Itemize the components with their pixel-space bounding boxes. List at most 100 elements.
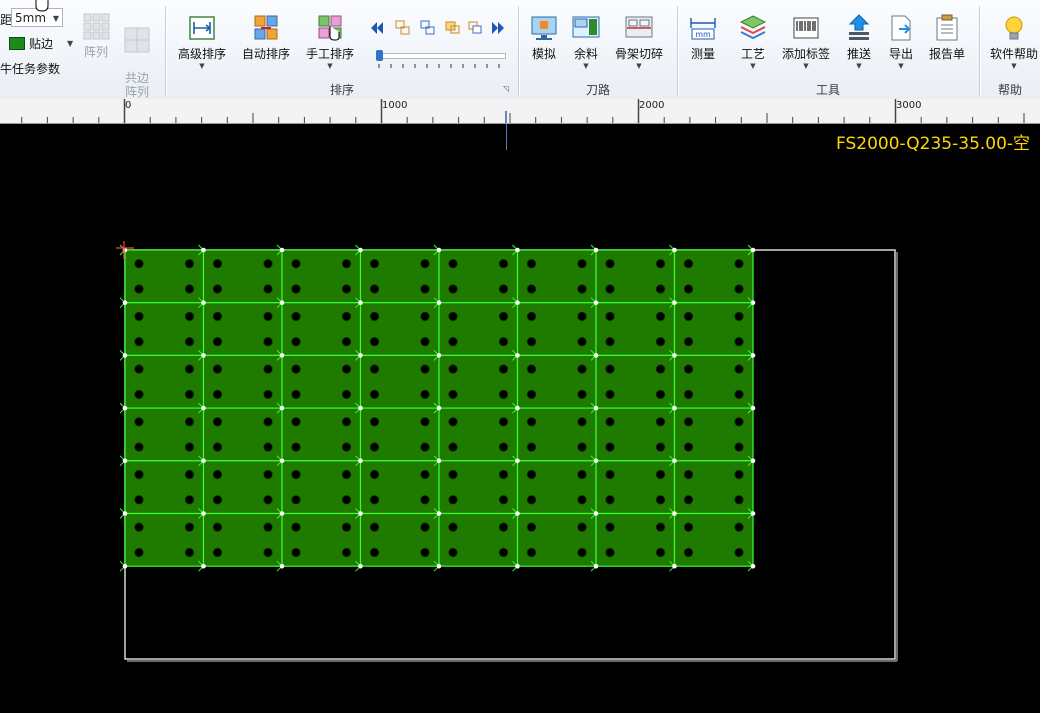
skeleton-cut-button[interactable]: 骨架切碎 ▼ [612,14,666,70]
chevron-down-icon[interactable]: ▼ [53,9,59,28]
nested-part[interactable] [438,302,519,356]
nested-part[interactable] [202,512,283,567]
part-hole [577,364,587,374]
remnant-button[interactable]: 余料 ▼ [568,14,604,70]
part-hole [498,389,509,400]
nested-part[interactable] [438,354,519,409]
nested-part[interactable] [516,460,597,515]
chevron-down-icon[interactable]: ▼ [778,62,834,70]
chevron-down-icon[interactable]: ▼ [988,62,1040,70]
nested-part[interactable] [595,249,676,304]
part-hole [369,547,380,558]
nested-part[interactable] [595,407,676,462]
chevron-down-icon[interactable]: ▼ [612,62,666,70]
nested-part[interactable] [673,354,754,409]
nested-part[interactable] [673,512,754,567]
part-hole [341,364,352,374]
ruler-label-1000: 1000 [382,100,408,111]
nested-part[interactable] [438,460,519,515]
nested-part[interactable] [516,407,597,462]
step-back-icon[interactable] [468,21,482,34]
nested-part[interactable] [359,512,440,567]
nested-part[interactable] [124,302,205,356]
nested-part[interactable] [281,460,362,515]
part-hole [655,522,666,532]
nested-part[interactable] [359,302,440,356]
nested-part[interactable] [516,249,597,304]
nested-part[interactable] [202,302,283,356]
next-step-icon[interactable] [420,20,435,35]
measure-button[interactable]: mm 测量 [686,14,720,62]
nested-part[interactable] [516,302,597,356]
nested-part[interactable] [359,249,440,304]
skeleton-cut-label: 骨架切碎 [614,47,663,61]
part-hole [498,417,509,427]
auto-sort-button[interactable]: 自动排序 [238,14,294,62]
nested-part[interactable] [359,354,440,409]
nested-part[interactable] [281,354,362,409]
report-button[interactable]: 报告单 [926,14,968,62]
chevron-down-icon[interactable]: ▼ [174,62,230,70]
nested-part[interactable] [438,407,519,462]
nested-part[interactable] [281,249,362,304]
chevron-down-icon[interactable]: ▼ [568,62,604,70]
push-button[interactable]: 推送 ▼ [843,14,875,70]
nested-part[interactable] [124,249,205,304]
sort-progress-slider[interactable] [376,50,506,72]
part-hole [369,495,380,505]
add-label-button[interactable]: 添加标签 ▼ [778,14,834,70]
nested-part[interactable] [673,407,754,462]
first-step-icon[interactable] [371,22,383,34]
nested-part[interactable] [516,354,597,409]
manual-sort-button[interactable]: 手工排序 ▼ [302,14,358,70]
common-edge-array-button[interactable]: 共边 阵列 [120,12,154,99]
nested-part[interactable] [673,302,754,356]
nested-part[interactable] [438,512,519,567]
nested-part[interactable] [124,512,205,567]
advanced-sort-button[interactable]: 高级排序 ▼ [174,14,230,70]
software-help-button[interactable]: 软件帮助 ▼ [988,14,1040,70]
auto-sort-label: 自动排序 [241,47,290,61]
nested-part[interactable] [438,249,519,304]
chevron-down-icon[interactable]: ▼ [736,62,770,70]
nested-part[interactable] [202,407,283,462]
chevron-down-icon[interactable]: ▼ [302,62,358,70]
chevron-down-icon[interactable]: ▼ [843,62,875,70]
sheet-drawing[interactable] [0,124,1040,713]
nested-part[interactable] [124,460,205,515]
prev-step-icon[interactable] [395,20,410,35]
snap-edge-button[interactable]: 贴边 ▼ [9,35,73,52]
nesting-canvas[interactable]: FS2000-Q235-35.00-空 [0,124,1040,713]
nested-part[interactable] [202,354,283,409]
nested-part[interactable] [595,302,676,356]
nested-part[interactable] [124,407,205,462]
nested-part[interactable] [281,407,362,462]
nested-part[interactable] [595,460,676,515]
chevron-down-icon[interactable]: ▼ [67,39,73,48]
dialog-launcher-icon[interactable]: ◹ [503,84,509,93]
nested-part[interactable] [516,512,597,567]
process-button[interactable]: 工艺 ▼ [736,14,770,70]
last-step-icon[interactable] [492,22,504,34]
nested-part[interactable] [359,460,440,515]
nested-part[interactable] [595,354,676,409]
nested-part[interactable] [359,407,440,462]
nested-part[interactable] [124,354,205,409]
horizontal-ruler[interactable]: 0 1000 2000 3000 [0,99,1040,124]
chevron-down-icon[interactable]: ▼ [885,62,917,70]
step-forward-icon[interactable] [445,21,460,34]
part-hole [655,442,666,452]
nested-part[interactable] [673,460,754,515]
nested-part[interactable] [281,512,362,567]
parts-layer[interactable] [119,244,756,572]
simulate-button[interactable]: 模拟 [527,14,561,62]
nested-part[interactable] [281,302,362,356]
nested-part[interactable] [595,512,676,567]
array-button[interactable]: 阵列 [80,12,112,60]
slider-thumb[interactable] [376,50,383,61]
nested-part[interactable] [202,460,283,515]
nested-part[interactable] [673,249,754,304]
nested-part[interactable] [202,249,283,304]
task-params-button[interactable]: 牛任务参数 [0,60,60,77]
export-button[interactable]: 导出 ▼ [885,14,917,70]
